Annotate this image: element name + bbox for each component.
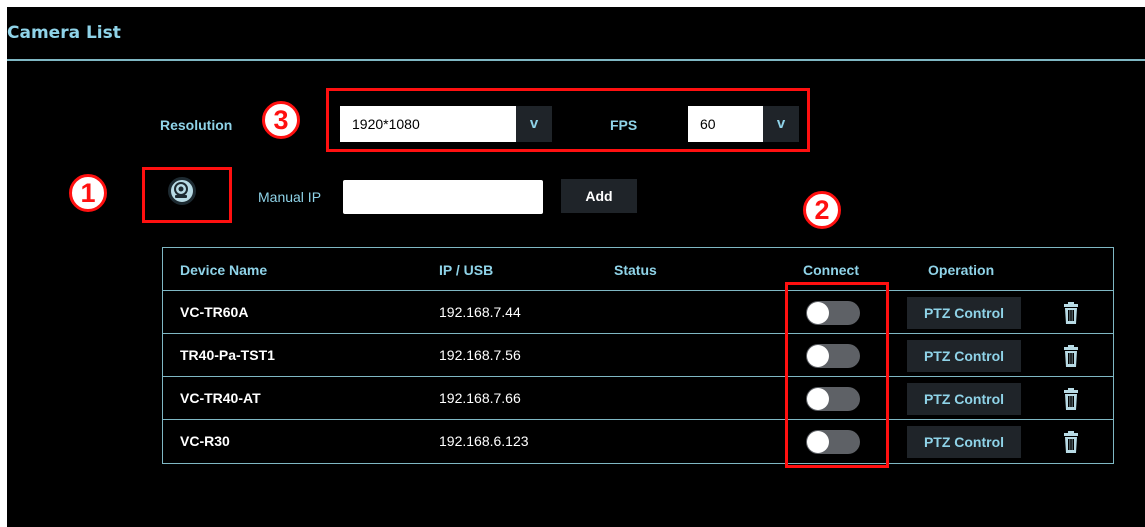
camera-list-page: Camera List Resolution 1920*1080 v FPS 6…	[7, 7, 1145, 527]
header-ip: IP / USB	[439, 262, 494, 278]
trash-icon[interactable]	[1059, 430, 1083, 454]
table-row: TR40-Pa-TST1 192.168.7.56 PTZ Control	[163, 333, 1113, 376]
ptz-control-button[interactable]: PTZ Control	[907, 383, 1021, 415]
annotation-box-settings	[326, 88, 810, 152]
title-divider	[7, 59, 1145, 61]
table-row: VC-TR60A 192.168.7.44 PTZ Control	[163, 290, 1113, 333]
device-name: VC-R30	[180, 433, 230, 449]
trash-icon[interactable]	[1059, 387, 1083, 411]
manual-ip-label: Manual IP	[258, 189, 322, 205]
header-status: Status	[614, 262, 657, 278]
device-ip: 192.168.7.56	[439, 347, 521, 363]
table-header: Device Name IP / USB Status Connect Oper…	[163, 248, 1113, 290]
device-name: VC-TR40-AT	[180, 390, 261, 406]
trash-icon[interactable]	[1059, 344, 1083, 368]
annotation-marker-3: 3	[262, 101, 300, 139]
table-row: VC-R30 192.168.6.123 PTZ Control	[163, 419, 1113, 462]
annotation-box-scan	[142, 167, 232, 223]
trash-icon[interactable]	[1059, 301, 1083, 325]
manual-ip-input[interactable]	[343, 180, 543, 214]
device-name: VC-TR60A	[180, 304, 249, 320]
device-table: Device Name IP / USB Status Connect Oper…	[162, 247, 1114, 464]
header-connect: Connect	[803, 262, 859, 278]
ptz-control-button[interactable]: PTZ Control	[907, 340, 1021, 372]
annotation-marker-1: 1	[69, 174, 107, 212]
ptz-control-button[interactable]: PTZ Control	[907, 297, 1021, 329]
device-ip: 192.168.7.44	[439, 304, 521, 320]
header-operation: Operation	[928, 262, 995, 278]
page-title: Camera List	[7, 23, 121, 43]
device-name: TR40-Pa-TST1	[180, 347, 275, 363]
annotation-box-connect	[785, 282, 889, 468]
ptz-control-button[interactable]: PTZ Control	[907, 426, 1021, 458]
annotation-marker-2: 2	[803, 191, 841, 229]
device-ip: 192.168.7.66	[439, 390, 521, 406]
resolution-label: Resolution	[160, 117, 233, 133]
add-button[interactable]: Add	[561, 179, 637, 213]
device-ip: 192.168.6.123	[439, 433, 529, 449]
header-device-name: Device Name	[180, 262, 268, 278]
table-row: VC-TR40-AT 192.168.7.66 PTZ Control	[163, 376, 1113, 419]
